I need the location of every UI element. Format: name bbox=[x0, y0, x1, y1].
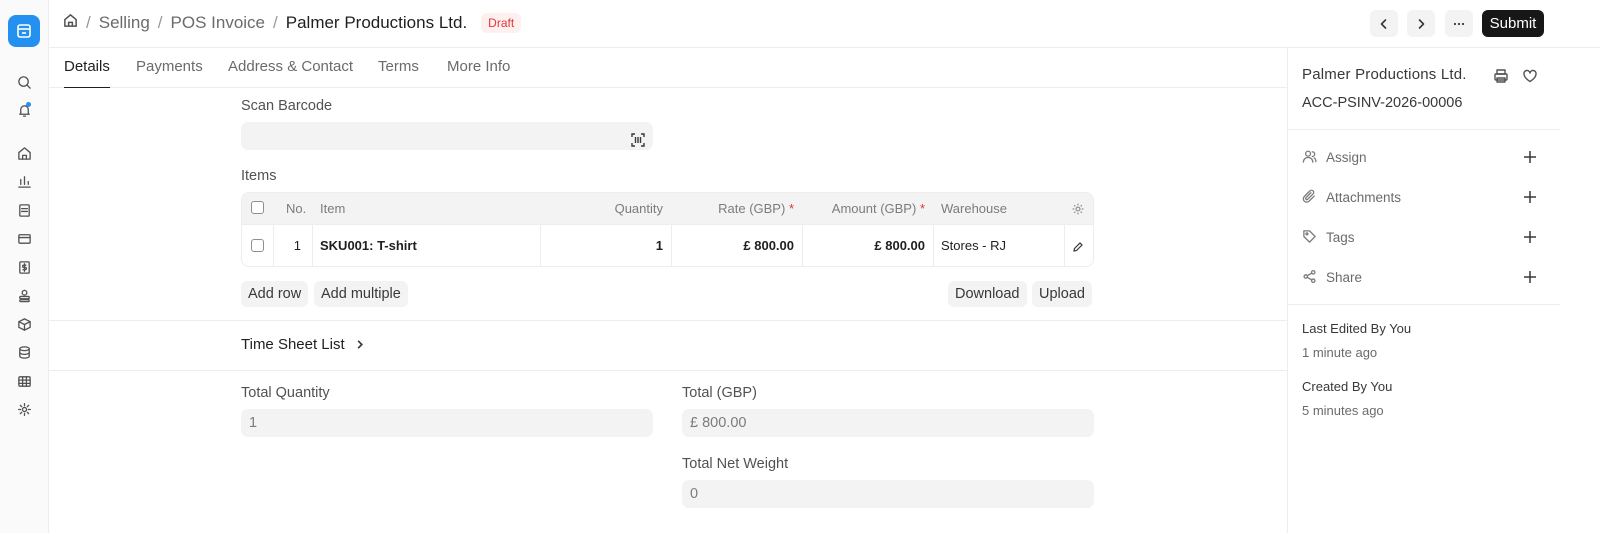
sidebar-title: Palmer Productions Ltd. bbox=[1302, 66, 1467, 83]
sidebar-tags[interactable]: Tags bbox=[1302, 227, 1542, 247]
section-divider bbox=[49, 320, 1287, 321]
database-icon[interactable] bbox=[14, 342, 34, 362]
add-tag-plus-icon[interactable] bbox=[1523, 230, 1537, 244]
column-header-amount: Amount (GBP) * bbox=[831, 201, 925, 216]
app-logo-icon[interactable] bbox=[8, 15, 40, 47]
settings-gear-icon[interactable] bbox=[14, 399, 34, 419]
search-icon[interactable] bbox=[14, 72, 34, 92]
notification-bell-icon[interactable] bbox=[14, 100, 34, 120]
column-header-warehouse: Warehouse bbox=[941, 201, 1007, 216]
share-icon bbox=[1302, 269, 1318, 285]
user-icon bbox=[1302, 149, 1318, 165]
row-no: 1 bbox=[293, 238, 301, 253]
column-header-no: No. bbox=[286, 201, 307, 216]
time-sheet-section-toggle[interactable]: Time Sheet List bbox=[241, 336, 365, 353]
package-icon[interactable] bbox=[14, 314, 34, 334]
paperclip-icon bbox=[1302, 189, 1318, 205]
row-item[interactable]: SKU001: T-shirt bbox=[320, 225, 417, 266]
total-field: £ 800.00 bbox=[682, 409, 1094, 437]
like-heart-icon[interactable] bbox=[1522, 68, 1538, 84]
column-header-quantity: Quantity bbox=[614, 201, 663, 216]
document-icon[interactable] bbox=[14, 200, 34, 220]
add-multiple-button[interactable]: Add multiple bbox=[314, 281, 408, 307]
select-all-checkbox[interactable] bbox=[251, 201, 264, 214]
row-amount: £ 800.00 bbox=[874, 238, 925, 253]
breadcrumb-pos-invoice[interactable]: POS Invoice bbox=[171, 13, 266, 33]
tab-address-contact[interactable]: Address & Contact bbox=[228, 48, 353, 88]
section-divider bbox=[49, 370, 1287, 371]
row-warehouse[interactable]: Stores - RJ bbox=[941, 225, 1006, 266]
status-badge: Draft bbox=[481, 13, 522, 33]
last-edited-time: 1 minute ago bbox=[1302, 345, 1378, 360]
total-quantity-field: 1 bbox=[241, 409, 653, 437]
row-quantity[interactable]: 1 bbox=[540, 225, 663, 266]
add-attachment-plus-icon[interactable] bbox=[1523, 190, 1537, 204]
tag-icon bbox=[1302, 229, 1318, 245]
table-icon[interactable] bbox=[14, 371, 34, 391]
form-tabs: Details Payments Address & Contact Terms… bbox=[49, 48, 1287, 88]
created-time: 5 minutes ago bbox=[1302, 403, 1384, 418]
add-row-button[interactable]: Add row bbox=[241, 281, 309, 307]
created-label: Created By You bbox=[1302, 379, 1393, 394]
chevron-right-icon bbox=[357, 340, 363, 349]
total-label: Total (GBP) bbox=[682, 385, 757, 401]
home-icon[interactable] bbox=[14, 143, 34, 163]
document-sidebar: Palmer Productions Ltd. ACC-PSINV-2026-0… bbox=[1287, 48, 1600, 533]
chart-icon[interactable] bbox=[14, 171, 34, 191]
sidebar-assign[interactable]: Assign bbox=[1302, 147, 1542, 167]
users-icon[interactable] bbox=[14, 285, 34, 305]
row-rate[interactable]: £ 800.00 bbox=[671, 225, 794, 266]
total-quantity-label: Total Quantity bbox=[241, 385, 330, 401]
notification-dot bbox=[26, 102, 31, 107]
breadcrumb: / Selling / POS Invoice / Palmer Product… bbox=[63, 12, 522, 34]
document-id: ACC-PSINV-2026-00006 bbox=[1302, 95, 1463, 111]
add-share-plus-icon[interactable] bbox=[1523, 270, 1537, 284]
tab-more-info[interactable]: More Info bbox=[447, 48, 510, 88]
upload-button[interactable]: Upload bbox=[1032, 281, 1092, 307]
column-settings-gear-icon[interactable] bbox=[1071, 202, 1085, 219]
tab-payments[interactable]: Payments bbox=[136, 48, 203, 88]
sidebar-share[interactable]: Share bbox=[1302, 267, 1542, 287]
next-document-button[interactable] bbox=[1407, 10, 1435, 37]
tab-details[interactable]: Details bbox=[64, 48, 110, 88]
add-assign-plus-icon[interactable] bbox=[1523, 150, 1537, 164]
app-sidebar bbox=[0, 0, 49, 533]
last-edited-label: Last Edited By You bbox=[1302, 321, 1412, 336]
home-breadcrumb-icon[interactable] bbox=[63, 13, 78, 33]
sidebar-attachments[interactable]: Attachments bbox=[1302, 187, 1542, 207]
row-checkbox[interactable] bbox=[251, 239, 264, 252]
print-icon[interactable] bbox=[1493, 68, 1509, 84]
chevron-left-icon bbox=[1380, 18, 1387, 29]
more-actions-button[interactable] bbox=[1445, 10, 1473, 37]
previous-document-button[interactable] bbox=[1370, 10, 1398, 37]
items-label: Items bbox=[241, 168, 277, 184]
scan-barcode-label: Scan Barcode bbox=[241, 98, 333, 114]
total-net-weight-label: Total Net Weight bbox=[682, 456, 789, 472]
column-header-rate: Rate (GBP) * bbox=[718, 201, 794, 216]
breadcrumb-selling[interactable]: Selling bbox=[99, 13, 150, 33]
scan-barcode-input[interactable] bbox=[241, 122, 653, 150]
page-title: Palmer Productions Ltd. bbox=[285, 13, 468, 32]
barcode-scan-icon[interactable] bbox=[631, 129, 645, 157]
submit-button[interactable]: Submit bbox=[1482, 10, 1544, 37]
download-button[interactable]: Download bbox=[948, 281, 1027, 307]
items-table: No. Item Quantity Rate (GBP) * Amount (G… bbox=[241, 192, 1094, 267]
column-header-item: Item bbox=[320, 201, 346, 216]
more-horizontal-icon bbox=[1453, 22, 1465, 25]
tab-terms[interactable]: Terms bbox=[378, 48, 419, 88]
time-sheet-section-title: Time Sheet List bbox=[241, 336, 345, 353]
total-net-weight-field: 0 bbox=[682, 480, 1094, 508]
top-bar: / Selling / POS Invoice / Palmer Product… bbox=[49, 0, 1600, 48]
invoice-icon[interactable] bbox=[14, 257, 34, 277]
edit-row-pencil-icon[interactable] bbox=[1072, 240, 1084, 256]
card-icon[interactable] bbox=[14, 228, 34, 248]
chevron-right-icon bbox=[1418, 18, 1425, 29]
